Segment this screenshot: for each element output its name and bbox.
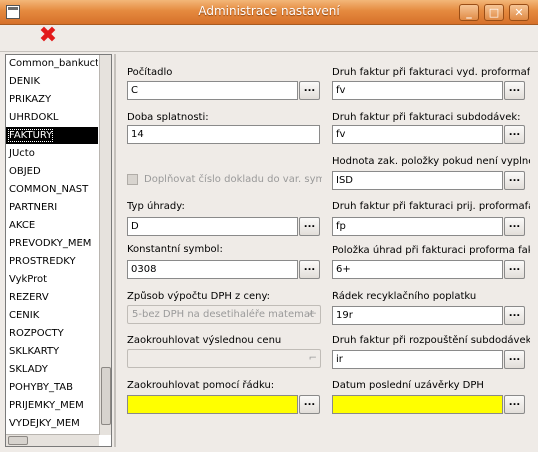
minimize-button[interactable]: _ bbox=[459, 4, 479, 21]
druh-sub-field[interactable]: fv bbox=[332, 125, 503, 144]
zaokr-cenu-select[interactable]: ⌐ bbox=[127, 349, 321, 368]
list-item[interactable]: POHYBY_TAB bbox=[6, 379, 98, 396]
druh-rozp-field[interactable]: ir bbox=[332, 350, 503, 369]
datum-field[interactable] bbox=[332, 395, 503, 414]
konst-browse-button[interactable]: ... bbox=[299, 260, 320, 279]
list-item[interactable]: PARTNERI bbox=[6, 199, 98, 216]
radek-browse-button[interactable]: ... bbox=[504, 306, 525, 325]
zaokr-radek-browse-button[interactable]: ... bbox=[299, 395, 320, 414]
toolbar-separator bbox=[0, 51, 538, 52]
hodnota-label: Hodnota zak. položky pokud není vyplněn bbox=[332, 156, 530, 167]
zaokr-cenu-label: Zaokrouhlovat výslednou cenu bbox=[127, 335, 282, 346]
list-vertical-scrollbar[interactable] bbox=[99, 55, 111, 435]
polozka-browse-button[interactable]: ... bbox=[504, 260, 525, 279]
konst-field[interactable]: 0308 bbox=[127, 260, 298, 279]
zpusob-label: Způsob výpočtu DPH z ceny: bbox=[127, 291, 271, 302]
list-item[interactable]: COMMON_NAST bbox=[6, 181, 98, 198]
list-item[interactable]: PRIJEMKY_MEM bbox=[6, 397, 98, 414]
list-item[interactable]: SKLADY bbox=[6, 361, 98, 378]
zpusob-select[interactable]: 5-bez DPH na desetihaléře matemat ⌐ bbox=[127, 305, 321, 324]
close-icon: ✖ bbox=[38, 23, 58, 48]
list-item[interactable]: SKLKARTY bbox=[6, 343, 98, 360]
druh-vyd-field[interactable]: fv bbox=[332, 81, 503, 100]
list-item[interactable]: ROZPOCTY bbox=[6, 325, 98, 342]
maximize-button[interactable]: □ bbox=[484, 4, 504, 21]
doba-label: Doba splatnosti: bbox=[127, 112, 209, 123]
list-item[interactable]: CENIK bbox=[6, 307, 98, 324]
radek-label: Řádek recyklačního poplatku bbox=[332, 291, 477, 302]
typ-field[interactable]: D bbox=[127, 217, 298, 236]
pane-splitter[interactable] bbox=[114, 54, 116, 447]
table-list[interactable]: Common_bankucty DENIK PRIKAZY UHRDOKL FA… bbox=[5, 54, 112, 447]
datum-label: Datum poslední uzávěrky DPH bbox=[332, 380, 484, 391]
list-item[interactable]: Common_bankucty bbox=[6, 55, 98, 72]
delete-button[interactable]: ✖ bbox=[34, 25, 62, 49]
hodnota-browse-button[interactable]: ... bbox=[504, 171, 525, 190]
druh-sub-browse-button[interactable]: ... bbox=[504, 125, 525, 144]
polozka-field[interactable]: 6+ bbox=[332, 260, 503, 279]
doplnovat-label: Doplňovat číslo dokladu do var. symb bbox=[144, 174, 322, 185]
konst-label: Konstantní symbol: bbox=[127, 244, 223, 255]
typ-browse-button[interactable]: ... bbox=[299, 217, 320, 236]
druh-prij-field[interactable]: fp bbox=[332, 217, 503, 236]
dropdown-arrow-icon: ⌐ bbox=[308, 309, 317, 320]
pocitadlo-label: Počítadlo bbox=[127, 67, 173, 78]
datum-browse-button[interactable]: ... bbox=[504, 395, 525, 414]
list-item-selected[interactable]: FAKTURY bbox=[6, 127, 98, 144]
window-title: Administrace nastavení bbox=[198, 4, 340, 18]
radek-field[interactable]: 19r bbox=[332, 306, 503, 325]
druh-prij-label: Druh faktur při fakturaci prij. proforma… bbox=[332, 201, 530, 212]
doplnovat-checkbox[interactable] bbox=[127, 174, 138, 185]
list-item[interactable]: AKCE bbox=[6, 217, 98, 234]
list-item[interactable]: DENIK bbox=[6, 73, 98, 90]
close-button[interactable]: ✕ bbox=[509, 4, 529, 21]
list-item[interactable]: PREVODKY_MEM bbox=[6, 235, 98, 252]
pocitadlo-browse-button[interactable]: ... bbox=[299, 81, 320, 100]
list-horizontal-scrollbar[interactable] bbox=[6, 434, 99, 446]
hodnota-field[interactable]: ISD bbox=[332, 171, 503, 190]
title-bar[interactable]: Administrace nastavení _ □ ✕ bbox=[0, 0, 538, 25]
druh-vyd-browse-button[interactable]: ... bbox=[504, 81, 525, 100]
typ-label: Typ úhrady: bbox=[127, 201, 185, 212]
list-item[interactable]: JUcto bbox=[6, 145, 98, 162]
list-item[interactable]: REZERV bbox=[6, 289, 98, 306]
pocitadlo-field[interactable]: C bbox=[127, 81, 298, 100]
druh-sub-label: Druh faktur při fakturaci subdodávek: bbox=[332, 112, 521, 123]
doba-field[interactable]: 14 bbox=[127, 125, 320, 144]
list-item[interactable]: PRIKAZY bbox=[6, 91, 98, 108]
druh-prij-browse-button[interactable]: ... bbox=[504, 217, 525, 236]
list-item-label: FAKTURY bbox=[7, 129, 54, 142]
list-item[interactable]: UHRDOKL bbox=[6, 109, 98, 126]
druh-rozp-label: Druh faktur při rozpouštění subdodávek: bbox=[332, 335, 530, 346]
dropdown-arrow-icon: ⌐ bbox=[308, 353, 317, 364]
zaokr-radek-label: Zaokrouhlovat pomocí řádku: bbox=[127, 380, 275, 391]
list-item[interactable]: VYDEJKY_MEM bbox=[6, 415, 98, 432]
list-item[interactable]: VykProt bbox=[6, 271, 98, 288]
scrollbar-thumb[interactable] bbox=[101, 367, 111, 425]
zaokr-radek-field[interactable] bbox=[127, 395, 298, 414]
zpusob-value: 5-bez DPH na desetihaléře matemat bbox=[132, 309, 314, 320]
list-item[interactable]: OBJED bbox=[6, 163, 98, 180]
list-item[interactable]: PROSTREDKY bbox=[6, 253, 98, 270]
scrollbar-thumb[interactable] bbox=[8, 436, 28, 445]
druh-rozp-browse-button[interactable]: ... bbox=[504, 350, 525, 369]
druh-vyd-label: Druh faktur při fakturaci vyd. proformaf… bbox=[332, 67, 530, 78]
polozka-label: Položka úhrad při fakturaci proforma fak… bbox=[332, 245, 530, 256]
